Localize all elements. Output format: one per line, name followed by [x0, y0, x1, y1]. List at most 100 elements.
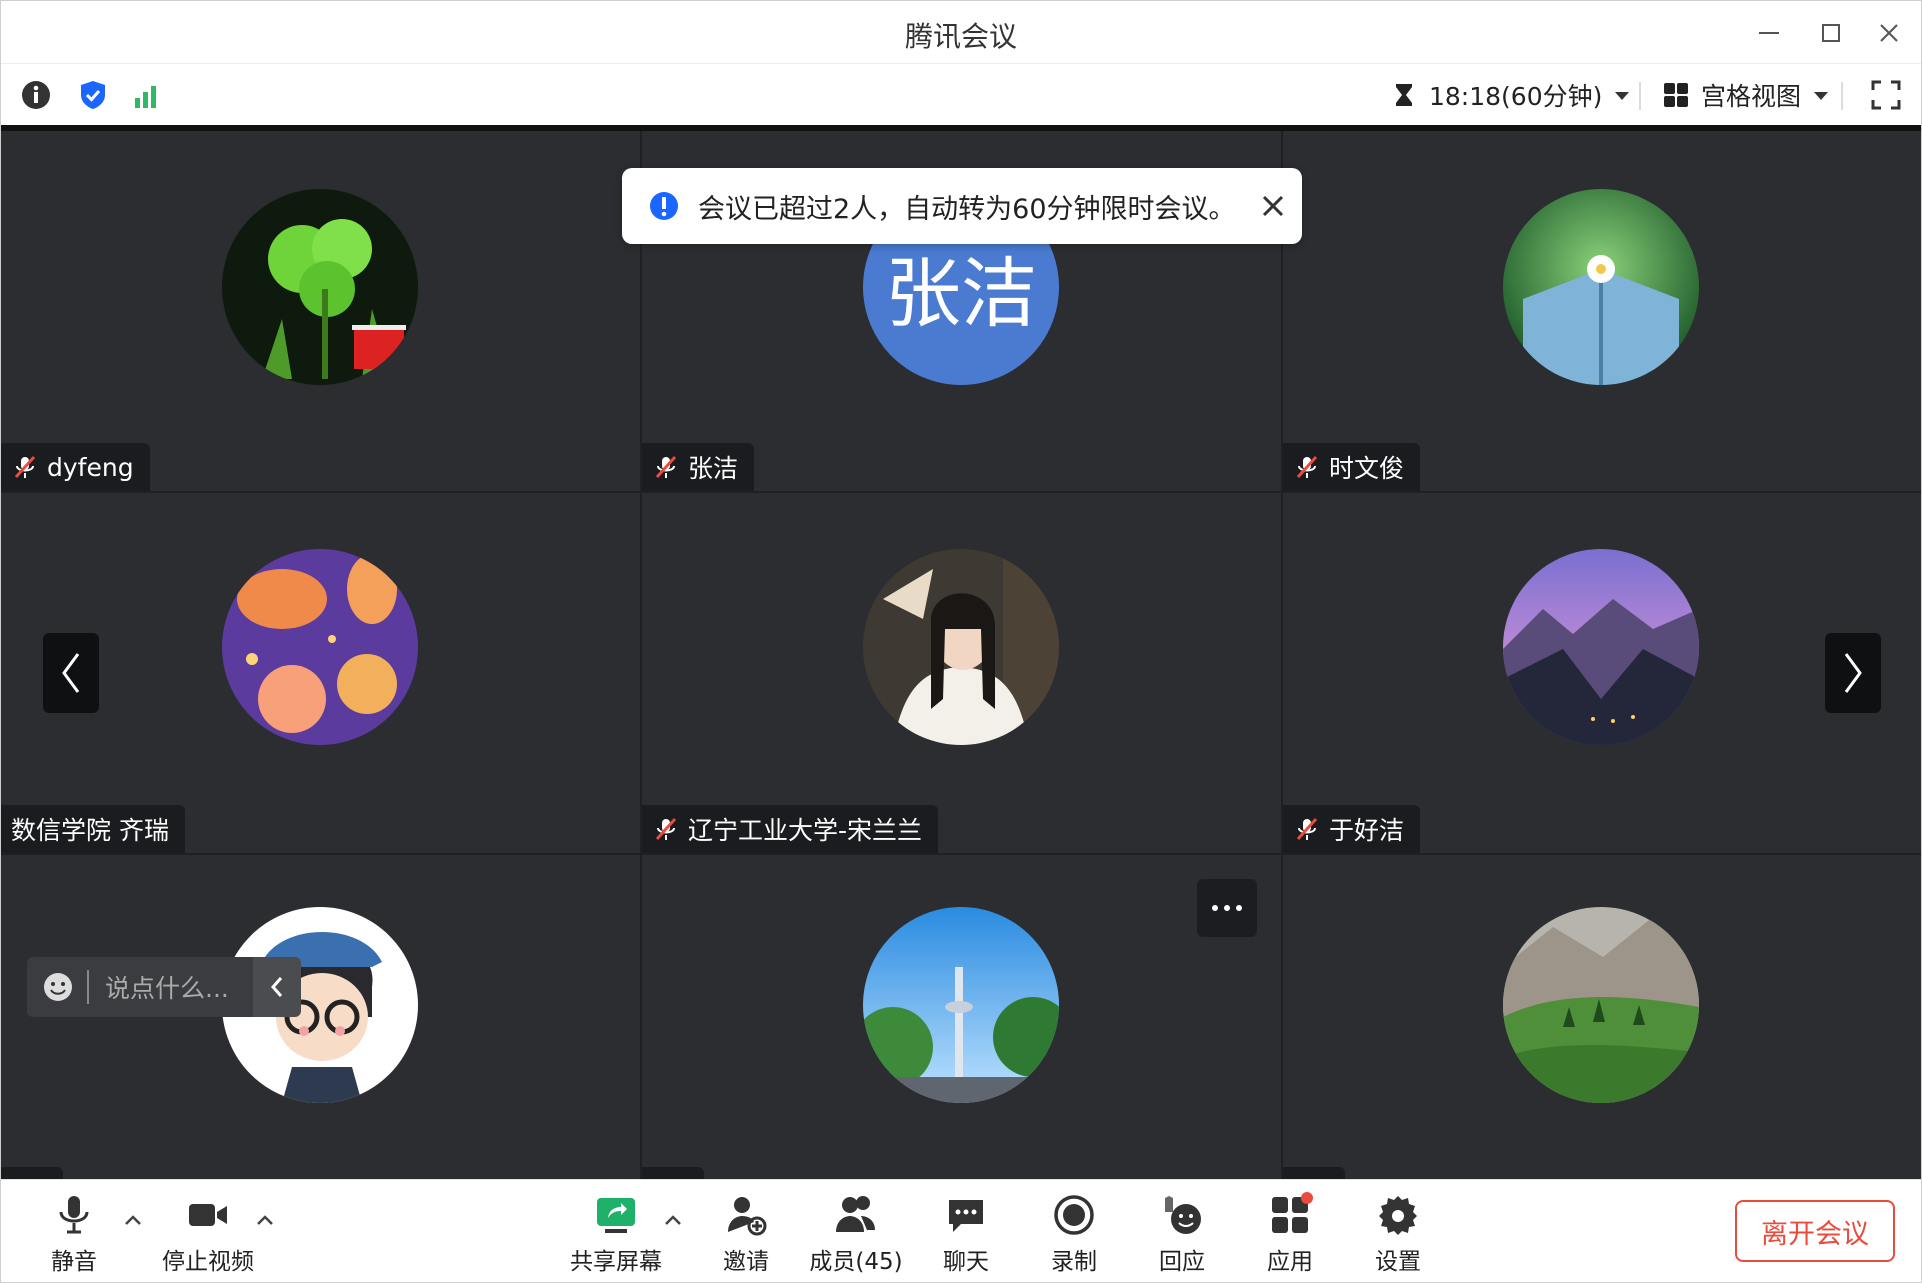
minimize-icon	[1759, 32, 1779, 34]
fullscreen-button[interactable]	[1867, 76, 1905, 114]
microphone-icon	[59, 1196, 89, 1234]
share-screen-button[interactable]: 共享屏幕	[561, 1192, 671, 1276]
chevron-up-icon[interactable]	[661, 1208, 685, 1232]
minimize-button[interactable]	[1749, 13, 1789, 53]
avatar	[222, 549, 418, 745]
avatar	[1503, 907, 1699, 1103]
mute-button[interactable]: 静音	[19, 1192, 129, 1276]
apps-button[interactable]: 应用	[1235, 1192, 1345, 1276]
next-page-button[interactable]	[1825, 633, 1881, 713]
grid-view-icon	[1664, 83, 1688, 107]
chat-label: 聊天	[943, 1249, 989, 1275]
signal-icon	[135, 86, 156, 108]
chevron-up-icon[interactable]	[253, 1208, 277, 1232]
avatar	[863, 907, 1059, 1103]
reaction-icon	[1165, 1196, 1201, 1234]
caret-down-icon	[1814, 92, 1829, 100]
more-dots-icon	[1212, 905, 1242, 911]
notification-toast: 会议已超过2人，自动转为60分钟限时会议。	[622, 168, 1302, 244]
divider	[1841, 82, 1843, 110]
record-button[interactable]: 录制	[1019, 1192, 1129, 1276]
reaction-button[interactable]: 回应	[1127, 1192, 1237, 1276]
mic-muted-icon	[655, 455, 677, 479]
invite-button[interactable]: 邀请	[691, 1192, 801, 1276]
mountain-night-avatar-image	[1503, 549, 1699, 745]
participant-tile[interactable]	[642, 855, 1281, 1215]
maximize-icon	[1822, 24, 1840, 42]
maximize-button[interactable]	[1811, 13, 1851, 53]
view-mode-selector[interactable]: 宫格视图	[1661, 76, 1831, 114]
participant-name: 张洁	[688, 454, 739, 483]
members-label: 成员(45)	[809, 1249, 903, 1275]
app-window: 腾讯会议 18:18(60分钟) 宫格视图 dyfeng 张洁 张洁 时文俊 数…	[0, 0, 1922, 1283]
participant-tile[interactable]: dyfeng	[1, 131, 640, 491]
video-grid: dyfeng 张洁 张洁 时文俊 数信学院 齐瑞 辽宁工业大学-宋兰兰 于好洁	[1, 131, 1921, 1215]
caret-down-icon	[1615, 92, 1630, 100]
record-icon	[1054, 1195, 1094, 1235]
mic-muted-icon	[1296, 817, 1318, 841]
share-screen-label: 共享屏幕	[570, 1249, 662, 1275]
close-icon	[1880, 24, 1898, 42]
video-camera-icon	[189, 1204, 227, 1226]
apps-label: 应用	[1267, 1249, 1313, 1275]
chat-quick-input[interactable]: 说点什么...	[27, 957, 291, 1017]
clover-avatar-image	[222, 189, 418, 385]
stop-video-button[interactable]: 停止视频	[153, 1192, 263, 1276]
settings-button[interactable]: 设置	[1343, 1192, 1453, 1276]
shield-icon	[81, 81, 105, 109]
view-mode-label: 宫格视图	[1701, 82, 1802, 111]
meeting-toolbar: 静音 停止视频 共享屏幕 邀请 成员(45) 聊天 录制 回应 应用 设置 离开…	[1, 1179, 1921, 1282]
participant-name: 数信学院 齐瑞	[11, 816, 169, 845]
info-button[interactable]	[17, 76, 55, 114]
emoji-icon	[44, 973, 72, 1001]
collapse-chat-button[interactable]	[253, 957, 301, 1017]
timer-text: 18:18(60分钟)	[1429, 82, 1603, 111]
city-tower-avatar-image	[863, 907, 1059, 1103]
mute-label: 静音	[51, 1249, 97, 1275]
more-options-button[interactable]	[1197, 879, 1257, 937]
apps-icon	[1272, 1192, 1313, 1233]
divider	[1639, 82, 1641, 110]
chevron-left-icon	[62, 653, 80, 693]
toast-message: 会议已超过2人，自动转为60分钟限时会议。	[698, 193, 1236, 225]
participant-name: 于好洁	[1329, 816, 1405, 845]
previous-page-button[interactable]	[43, 633, 99, 713]
alert-icon	[650, 192, 678, 220]
participant-name-tag: 数信学院 齐瑞	[1, 805, 185, 853]
hourglass-icon	[1396, 84, 1412, 106]
chevron-up-icon[interactable]	[121, 1208, 145, 1232]
security-button[interactable]	[74, 76, 112, 114]
avatar	[1503, 549, 1699, 745]
participant-tile[interactable]: 辽宁工业大学-宋兰兰	[642, 493, 1281, 853]
participant-name-tag: 张洁	[642, 443, 755, 491]
mic-muted-icon	[1296, 455, 1318, 479]
chat-button[interactable]: 聊天	[911, 1192, 1021, 1276]
participant-tile[interactable]	[1283, 855, 1921, 1215]
fullscreen-icon	[1871, 80, 1901, 110]
participant-name: 辽宁工业大学-宋兰兰	[688, 816, 923, 845]
portrait-avatar-image	[863, 549, 1059, 745]
reaction-label: 回应	[1159, 1249, 1205, 1275]
chat-placeholder: 说点什么...	[105, 974, 229, 1003]
members-button[interactable]: 成员(45)	[801, 1192, 911, 1276]
add-user-icon	[728, 1197, 767, 1236]
invite-label: 邀请	[723, 1249, 769, 1275]
avatar	[1503, 189, 1699, 385]
network-signal-button[interactable]	[129, 76, 167, 114]
leave-meeting-button[interactable]: 离开会议	[1735, 1200, 1895, 1262]
meeting-timer[interactable]: 18:18(60分钟)	[1389, 76, 1632, 114]
close-button[interactable]	[1869, 13, 1909, 53]
avatar	[863, 549, 1059, 745]
close-icon[interactable]	[1258, 191, 1288, 221]
title-bar: 腾讯会议	[1, 1, 1921, 63]
participant-name: dyfeng	[47, 452, 134, 482]
participant-tile[interactable]: 时文俊	[1283, 131, 1921, 491]
avatar	[222, 189, 418, 385]
book-flower-avatar-image	[1503, 189, 1699, 385]
share-screen-icon	[597, 1198, 635, 1233]
participant-tile[interactable]	[1, 855, 640, 1215]
info-icon	[22, 81, 50, 109]
mic-muted-icon	[14, 455, 36, 479]
settings-label: 设置	[1375, 1249, 1421, 1275]
meeting-info-bar: 18:18(60分钟) 宫格视图	[1, 63, 1921, 126]
